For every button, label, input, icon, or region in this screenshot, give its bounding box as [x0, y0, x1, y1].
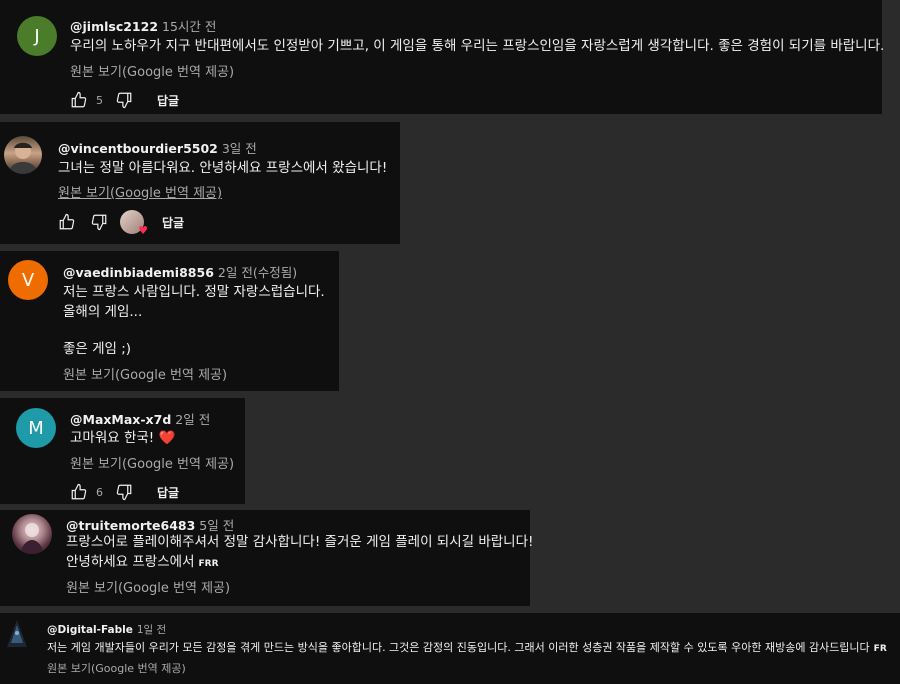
reply-button[interactable]: 답글 — [157, 484, 179, 501]
comment-text-line: 좋은 게임 ;) — [63, 341, 132, 357]
comment-card: V @vaedinbiademi8856 2일 전(수정됨) 저는 프랑스 사람입… — [0, 251, 339, 391]
thumbs-up-icon[interactable] — [56, 211, 78, 233]
see-original-link[interactable]: 원본 보기(Google 번역 제공) — [70, 61, 234, 80]
avatar[interactable]: J — [17, 16, 57, 56]
see-original-link[interactable]: 원본 보기(Google 번역 제공) — [63, 364, 227, 383]
see-original-link[interactable]: 원본 보기(Google 번역 제공) — [66, 577, 230, 596]
comment-time[interactable]: 1일 전 — [137, 624, 166, 636]
comment-actions: 5 답글 — [68, 89, 179, 111]
comment-time[interactable]: 5일 전 — [199, 518, 234, 533]
comment-text: 그녀는 정말 아름다워요. 안녕하세요 프랑스에서 왔습니다! — [58, 160, 388, 176]
person-photo-icon — [8, 142, 38, 174]
heart-icon: ♥ — [138, 224, 148, 237]
comment-card: @truitemorte6483 5일 전 프랑스어로 플레이해주셔서 정말 감사… — [0, 510, 534, 606]
heart-emoji-icon: ❤️ — [158, 430, 176, 446]
comment-author[interactable]: @Digital-Fable 1일 전 — [47, 622, 166, 637]
avatar[interactable] — [4, 136, 42, 174]
comment-actions: 6 답글 — [68, 481, 179, 503]
comment-card: J @jimlsc2122 15시간 전 우리의 노하우가 지구 반대편에서도 인… — [0, 0, 885, 114]
comment-text: 고마워요 한국! ❤️ — [70, 430, 176, 446]
comment-card: @vincentbourdier5502 3일 전 그녀는 정말 아름다워요. 안… — [0, 122, 400, 244]
comment-text: 저는 게임 개발자들이 우리가 모든 감정을 겪게 만드는 방식을 좋아합니다.… — [47, 641, 887, 654]
country-tag: FR — [873, 644, 887, 654]
like-count: 6 — [96, 485, 103, 499]
comment-card: @Digital-Fable 1일 전 저는 게임 개발자들이 우리가 모든 감정… — [0, 613, 900, 684]
thumbs-down-icon[interactable] — [113, 89, 135, 111]
character-photo-icon — [20, 523, 44, 554]
comment-time[interactable]: 2일 전 — [175, 412, 210, 427]
reply-button[interactable]: 답글 — [157, 92, 179, 109]
hooded-figure-photo-icon — [7, 620, 27, 647]
thumbs-up-icon[interactable] — [68, 89, 90, 111]
comment-author[interactable]: @MaxMax-x7d 2일 전 — [70, 409, 210, 428]
comment-text-line: 프랑스어로 플레이해주셔서 정말 감사합니다! 즐거운 게임 플레이 되시길 바… — [66, 534, 534, 550]
comment-card: M @MaxMax-x7d 2일 전 고마워요 한국! ❤️ 원본 보기(Goog… — [0, 398, 245, 504]
avatar[interactable] — [0, 617, 34, 651]
comment-author[interactable]: @jimlsc2122 15시간 전 — [70, 16, 216, 35]
comment-time[interactable]: 2일 전(수정됨) — [218, 265, 297, 280]
see-original-link[interactable]: 원본 보기(Google 번역 제공) — [58, 182, 222, 201]
reply-button[interactable]: 답글 — [162, 214, 184, 231]
creator-heart-badge: ♥ — [120, 210, 148, 237]
country-tag: FRR — [198, 559, 219, 569]
comment-author[interactable]: @vincentbourdier5502 3일 전 — [58, 138, 257, 157]
comment-actions: ♥ 답글 — [56, 210, 184, 237]
comment-text-line: 저는 프랑스 사람입니다. 정말 자랑스럽습니다. — [63, 284, 325, 300]
comment-time[interactable]: 15시간 전 — [162, 19, 216, 34]
avatar[interactable]: M — [16, 408, 56, 448]
comment-text-line: 올해의 게임... — [63, 304, 143, 320]
see-original-link[interactable]: 원본 보기(Google 번역 제공) — [47, 660, 186, 676]
thumbs-down-icon[interactable] — [113, 481, 135, 503]
avatar[interactable]: V — [8, 260, 48, 300]
thumbs-down-icon[interactable] — [88, 211, 110, 233]
comment-text-line: 안녕하세요 프랑스에서 FRR — [66, 554, 219, 570]
see-original-link[interactable]: 원본 보기(Google 번역 제공) — [70, 453, 234, 472]
comment-text: 우리의 노하우가 지구 반대편에서도 인정받아 기쁘고, 이 게임을 통해 우리… — [70, 38, 885, 54]
avatar[interactable] — [12, 514, 52, 554]
comment-time[interactable]: 3일 전 — [222, 141, 257, 156]
like-count: 5 — [96, 93, 103, 107]
comment-author[interactable]: @vaedinbiademi8856 2일 전(수정됨) — [63, 262, 297, 281]
thumbs-up-icon[interactable] — [68, 481, 90, 503]
